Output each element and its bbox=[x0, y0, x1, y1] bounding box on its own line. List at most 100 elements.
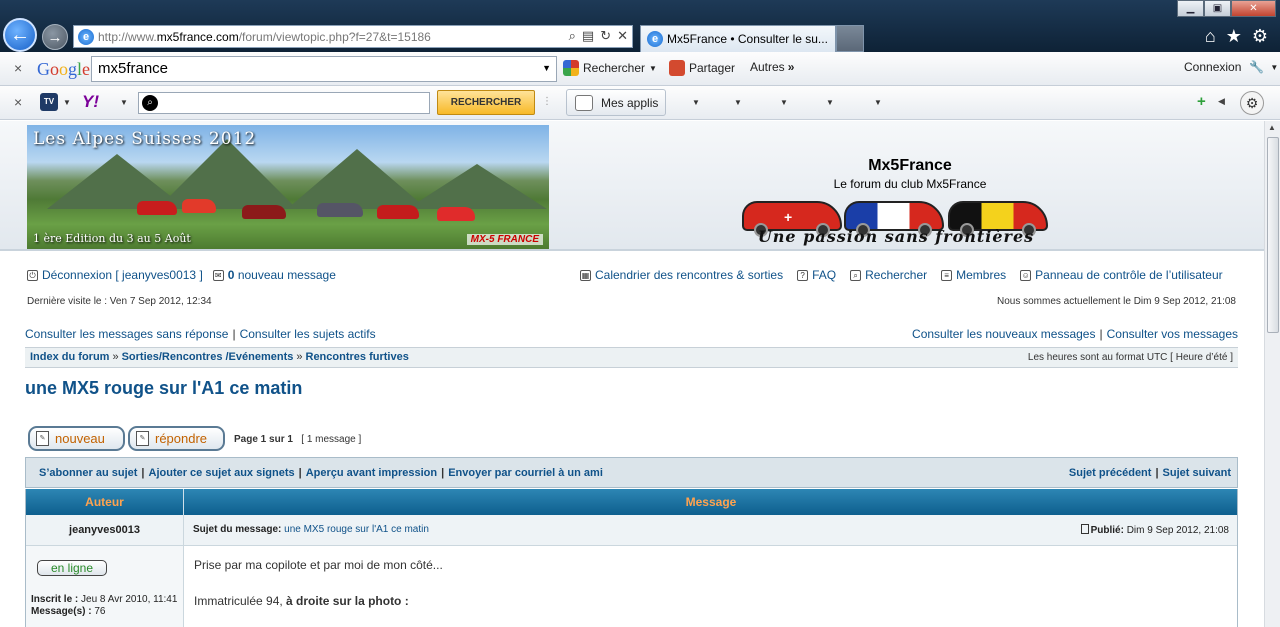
email-friend-link[interactable]: Envoyer par courriel à un ami bbox=[448, 467, 603, 479]
back-button[interactable]: ← bbox=[3, 18, 37, 52]
calendar-link[interactable]: Calendrier des rencontres & sorties bbox=[595, 268, 783, 282]
chevron-down-icon[interactable]: ▼ bbox=[692, 98, 700, 107]
compat-view-icon[interactable]: ▤ bbox=[582, 28, 594, 44]
online-status-badge: en ligne bbox=[37, 560, 107, 576]
vertical-scrollbar[interactable]: ▲ bbox=[1264, 121, 1280, 627]
calendar-icon: ▦ bbox=[580, 269, 591, 281]
google-search-input[interactable]: mx5france ▼ bbox=[91, 56, 557, 82]
google-search-button[interactable]: Rechercher ▼ bbox=[563, 60, 657, 76]
address-bar[interactable]: e http://www. mx5france.com/forum/viewtop… bbox=[73, 25, 633, 48]
connexion-label: Connexion bbox=[1184, 60, 1242, 74]
breadcrumb-index[interactable]: Index du forum bbox=[30, 351, 109, 363]
forward-button[interactable]: → bbox=[42, 24, 68, 50]
maximize-button[interactable]: ▣ bbox=[1204, 0, 1231, 17]
previous-topic-link[interactable]: Sujet précédent bbox=[1069, 467, 1152, 479]
next-topic-link[interactable]: Sujet suivant bbox=[1163, 467, 1231, 479]
active-topics-link[interactable]: Consulter les sujets actifs bbox=[240, 327, 376, 341]
chevron-down-icon[interactable]: ▼ bbox=[542, 63, 551, 73]
rechercher-label: Rechercher bbox=[583, 61, 646, 75]
members-link[interactable]: Membres bbox=[956, 268, 1006, 282]
favorites-star-icon[interactable]: ★ bbox=[1226, 26, 1242, 47]
chevron-down-icon[interactable]: ▼ bbox=[826, 98, 834, 107]
yahoo-search-button[interactable]: RECHERCHER bbox=[437, 90, 535, 115]
chevron-down-icon[interactable]: ▼ bbox=[63, 98, 71, 107]
chevron-down-icon[interactable]: ▼ bbox=[734, 98, 742, 107]
post-author[interactable]: jeanyves0013 bbox=[26, 515, 184, 546]
post-subject-link[interactable]: une MX5 rouge sur l'A1 ce matin bbox=[284, 524, 429, 535]
tab-title: Mx5France • Consulter le su... bbox=[667, 32, 828, 46]
post-line-1: Prise par ma copilote et par moi de mon … bbox=[194, 558, 443, 572]
chevron-down-icon[interactable]: ▼ bbox=[1270, 63, 1278, 72]
post-date: Publié: Dim 9 Sep 2012, 21:08 bbox=[1080, 524, 1229, 536]
settings-gear-icon[interactable]: ⚙ bbox=[1240, 91, 1264, 115]
messages-count: 76 bbox=[94, 606, 106, 617]
yahoo-logo[interactable]: Y! bbox=[82, 92, 99, 112]
logout-link[interactable]: Déconnexion [ jeanyves0013 ] bbox=[42, 268, 203, 282]
new-topic-label: nouveau bbox=[55, 431, 105, 446]
forum-header: Les Alpes Suisses 2012 1 ère Edition du … bbox=[0, 121, 1264, 251]
faq-link[interactable]: FAQ bbox=[812, 268, 836, 282]
your-posts-link[interactable]: Consulter vos messages bbox=[1107, 327, 1238, 341]
minimize-button[interactable]: ▁ bbox=[1177, 0, 1204, 17]
close-button[interactable]: ✕ bbox=[1231, 0, 1276, 17]
post-subject-label: Sujet du message: bbox=[193, 524, 282, 535]
reply-button[interactable]: ✎ répondre bbox=[128, 426, 225, 451]
new-topic-button[interactable]: ✎ nouveau bbox=[28, 426, 125, 451]
banner-subtitle: 1 ère Edition du 3 au 5 Août bbox=[33, 232, 191, 245]
chevron-left-icon[interactable]: ◀ bbox=[1218, 96, 1225, 107]
mes-applis-button[interactable]: Mes applis bbox=[566, 89, 666, 116]
tools-gear-icon[interactable]: ⚙ bbox=[1252, 26, 1268, 47]
partager-button[interactable]: Partager bbox=[669, 60, 735, 76]
column-header-message: Message bbox=[685, 495, 737, 509]
unanswered-link[interactable]: Consulter les messages sans réponse bbox=[25, 327, 228, 341]
wrench-icon[interactable]: 🔧 bbox=[1249, 60, 1264, 74]
search-icon[interactable]: ⌕ bbox=[569, 28, 576, 44]
yahoo-search-input[interactable]: ⌕ bbox=[138, 92, 430, 114]
chevron-down-icon[interactable]: ▼ bbox=[120, 98, 128, 107]
add-icon[interactable]: + bbox=[1197, 93, 1206, 110]
new-messages-link[interactable]: 0 nouveau message bbox=[228, 268, 336, 282]
google-search-icon bbox=[563, 60, 579, 76]
page-title[interactable]: une MX5 rouge sur l'A1 ce matin bbox=[25, 378, 302, 399]
control-panel-link[interactable]: Panneau de contrôle de l’utilisateur bbox=[1035, 268, 1222, 282]
timezone-note: Les heures sont au format UTC [ Heure d’… bbox=[1027, 352, 1233, 363]
scroll-up-icon[interactable]: ▲ bbox=[1268, 123, 1276, 132]
faq-icon: ? bbox=[797, 269, 809, 281]
column-header-author: Auteur bbox=[26, 489, 184, 515]
message-icon: ✉ bbox=[212, 269, 224, 281]
share-icon bbox=[669, 60, 685, 76]
print-preview-link[interactable]: Aperçu avant impression bbox=[306, 467, 437, 479]
apps-icon bbox=[575, 94, 593, 111]
stop-icon[interactable]: ✕ bbox=[617, 28, 628, 44]
chevron-down-icon[interactable]: ▼ bbox=[780, 98, 788, 107]
post-table: Auteur Message jeanyves0013 Sujet du mes… bbox=[25, 489, 1238, 627]
chevron-down-icon[interactable]: ▼ bbox=[874, 98, 882, 107]
autres-button[interactable]: Autres» bbox=[750, 60, 794, 74]
tv-icon[interactable]: TV bbox=[40, 93, 58, 111]
new-tab-button[interactable] bbox=[836, 25, 864, 52]
close-toolbar-icon[interactable]: × bbox=[14, 60, 22, 76]
page-info: Page 1 sur 1 bbox=[234, 434, 293, 445]
breadcrumb-category[interactable]: Sorties/Rencontres /Evénements bbox=[122, 351, 294, 363]
url-path: /forum/viewtopic.php?f=27&t=15186 bbox=[238, 29, 431, 44]
page-viewport: Les Alpes Suisses 2012 1 ère Edition du … bbox=[0, 121, 1264, 627]
tab-active[interactable]: e Mx5France • Consulter le su... bbox=[640, 25, 836, 52]
site-title[interactable]: Mx5France bbox=[810, 157, 1010, 175]
breadcrumb: Index du forum» Sorties/Rencontres /Evéne… bbox=[25, 347, 1238, 368]
bookmark-link[interactable]: Ajouter ce sujet aux signets bbox=[149, 467, 295, 479]
refresh-icon[interactable]: ↻ bbox=[600, 28, 611, 44]
post-header-row: jeanyves0013 Sujet du message: une MX5 r… bbox=[26, 515, 1237, 546]
connexion-button[interactable]: Connexion 🔧 ▼ bbox=[1184, 60, 1278, 74]
new-posts-link[interactable]: Consulter les nouveaux messages bbox=[912, 327, 1095, 341]
close-toolbar-icon[interactable]: × bbox=[14, 94, 22, 110]
subscribe-link[interactable]: S’abonner au sujet bbox=[39, 467, 137, 479]
post-icon[interactable] bbox=[1080, 524, 1089, 534]
banner-image[interactable]: Les Alpes Suisses 2012 1 ère Edition du … bbox=[27, 125, 549, 249]
scrollbar-thumb[interactable] bbox=[1267, 137, 1279, 333]
url-domain: mx5france.com bbox=[156, 29, 239, 44]
breadcrumb-forum[interactable]: Rencontres furtives bbox=[306, 351, 409, 363]
url-prefix: http://www. bbox=[98, 29, 157, 44]
search-link[interactable]: Rechercher bbox=[865, 268, 927, 282]
home-icon[interactable]: ⌂ bbox=[1205, 26, 1216, 47]
quicklinks-left: Consulter les messages sans réponse | Co… bbox=[25, 327, 376, 341]
